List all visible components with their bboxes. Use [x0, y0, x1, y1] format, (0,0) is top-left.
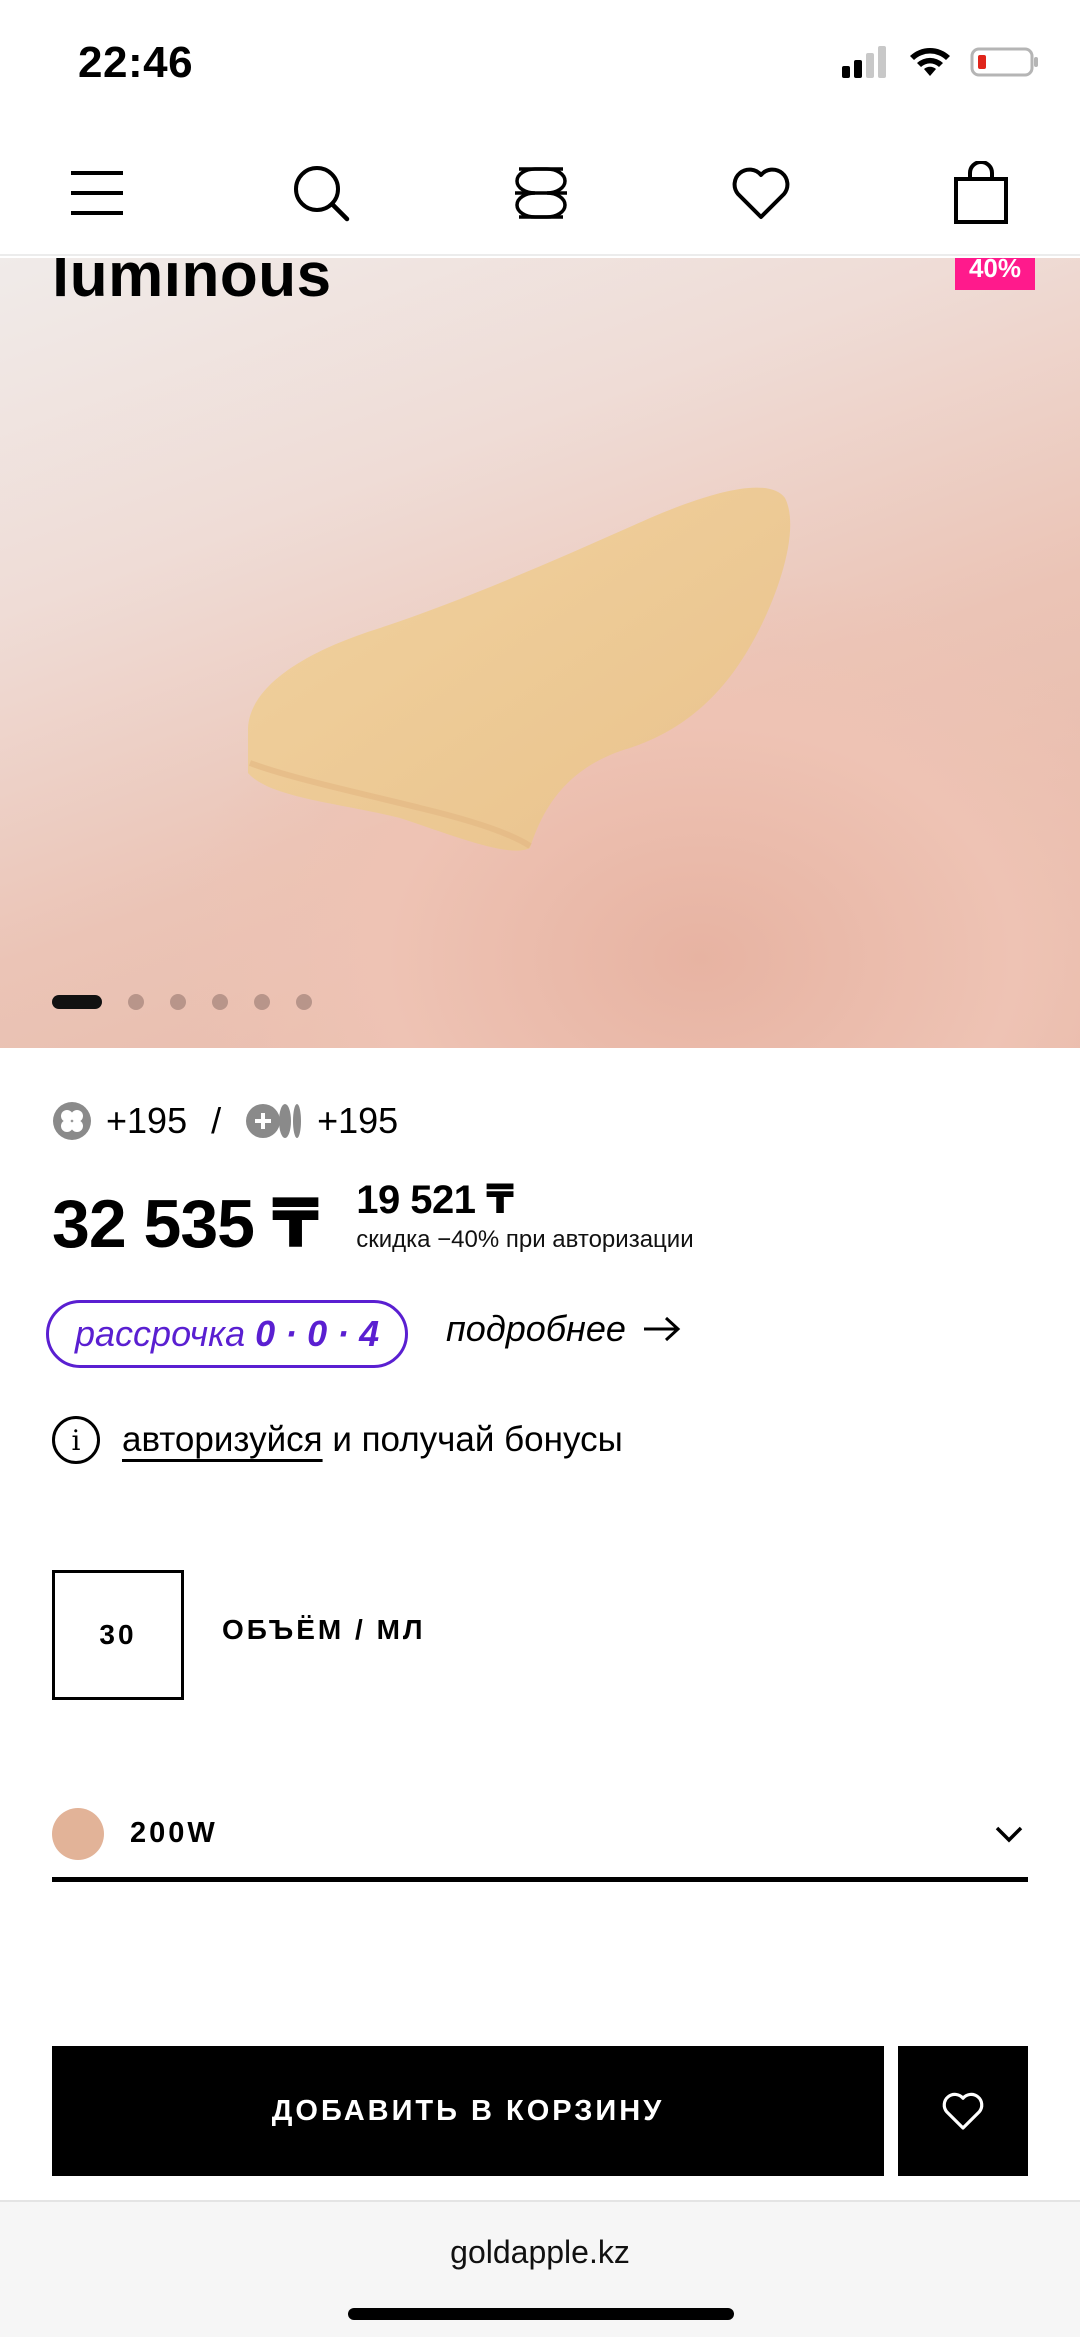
price-block: 32 535 ₸ 19 521 ₸ скидка −40% при автори…	[52, 1180, 694, 1258]
product-image-carousel[interactable]: luminous 40%	[0, 258, 1080, 1048]
volume-option[interactable]: 30	[52, 1570, 184, 1700]
info-icon: i	[52, 1416, 100, 1464]
partner-card-icon	[246, 1104, 302, 1138]
shade-name: 200W	[130, 1817, 218, 1849]
status-icons	[840, 46, 1040, 78]
battery-icon	[970, 47, 1038, 77]
discount-badge: 40%	[955, 258, 1035, 290]
menu-button[interactable]	[64, 160, 130, 226]
heart-icon	[942, 2092, 984, 2130]
auth-discount-note: скидка −40% при авторизации	[356, 1226, 694, 1253]
bonus-b-value: +195	[317, 1100, 399, 1141]
heart-icon	[732, 167, 790, 219]
bonus-a-value: +195	[106, 1100, 188, 1141]
bonus-points: +195 / +195	[52, 1100, 398, 1142]
shade-select[interactable]: 200W	[52, 1790, 1028, 1882]
add-to-cart-button[interactable]: ДОБАВИТЬ В КОРЗИНУ	[52, 2046, 884, 2176]
login-link[interactable]: авторизуйся	[122, 1420, 323, 1459]
favorites-button[interactable]	[728, 160, 794, 226]
carousel-dot[interactable]	[254, 994, 270, 1010]
product-title-fragment: luminous	[52, 258, 332, 310]
browser-url[interactable]: goldapple.kz	[0, 2234, 1080, 2271]
home-indicator[interactable]	[348, 2308, 734, 2320]
shade-color-swatch	[52, 1807, 104, 1860]
search-icon	[294, 166, 350, 222]
browser-address-bar: goldapple.kz	[0, 2200, 1080, 2337]
bag-icon	[954, 161, 1008, 224]
volume-label: ОБЪЁМ / МЛ	[222, 1614, 426, 1645]
signal-icon	[842, 46, 886, 78]
cart-button[interactable]	[948, 160, 1014, 226]
installment-badge[interactable]: рассрочка 0 · 0 · 4	[46, 1300, 409, 1368]
price-current: 32 535 ₸	[52, 1186, 319, 1262]
carousel-dot-active[interactable]	[52, 995, 102, 1009]
carousel-pagination	[52, 994, 312, 1010]
installment-label: рассрочка	[75, 1313, 246, 1354]
status-time: 22:46	[78, 38, 194, 87]
more-link-label: подробнее	[446, 1308, 626, 1349]
logo-button[interactable]	[508, 160, 574, 226]
auth-hint-text: и получай бонусы	[332, 1420, 623, 1459]
search-button[interactable]	[288, 160, 354, 226]
brand-logo-icon	[515, 167, 567, 219]
price-with-auth: 19 521 ₸	[356, 1178, 514, 1222]
carousel-dot[interactable]	[128, 994, 144, 1010]
carousel-dot[interactable]	[212, 994, 228, 1010]
product-swatch-image	[248, 487, 791, 851]
menu-icon	[71, 171, 123, 215]
bonus-separator: /	[211, 1100, 222, 1141]
installment-plan: 0 · 0 · 4	[255, 1313, 380, 1354]
chevron-down-icon	[995, 1826, 1023, 1842]
carousel-dot[interactable]	[296, 994, 312, 1010]
carousel-dot[interactable]	[170, 994, 186, 1010]
wifi-icon	[910, 48, 950, 76]
installment-more-link[interactable]: подробнее	[446, 1308, 682, 1350]
status-bar: 22:46	[0, 0, 1080, 130]
add-to-favorites-button[interactable]	[898, 2046, 1028, 2176]
top-navbar	[0, 130, 1080, 256]
arrow-right-icon	[643, 1316, 681, 1342]
auth-hint: i авторизуйся и получай бонусы	[52, 1416, 623, 1464]
bonus-clover-icon	[53, 1102, 91, 1140]
auth-price-block: 19 521 ₸ скидка −40% при авторизации	[356, 1180, 693, 1254]
